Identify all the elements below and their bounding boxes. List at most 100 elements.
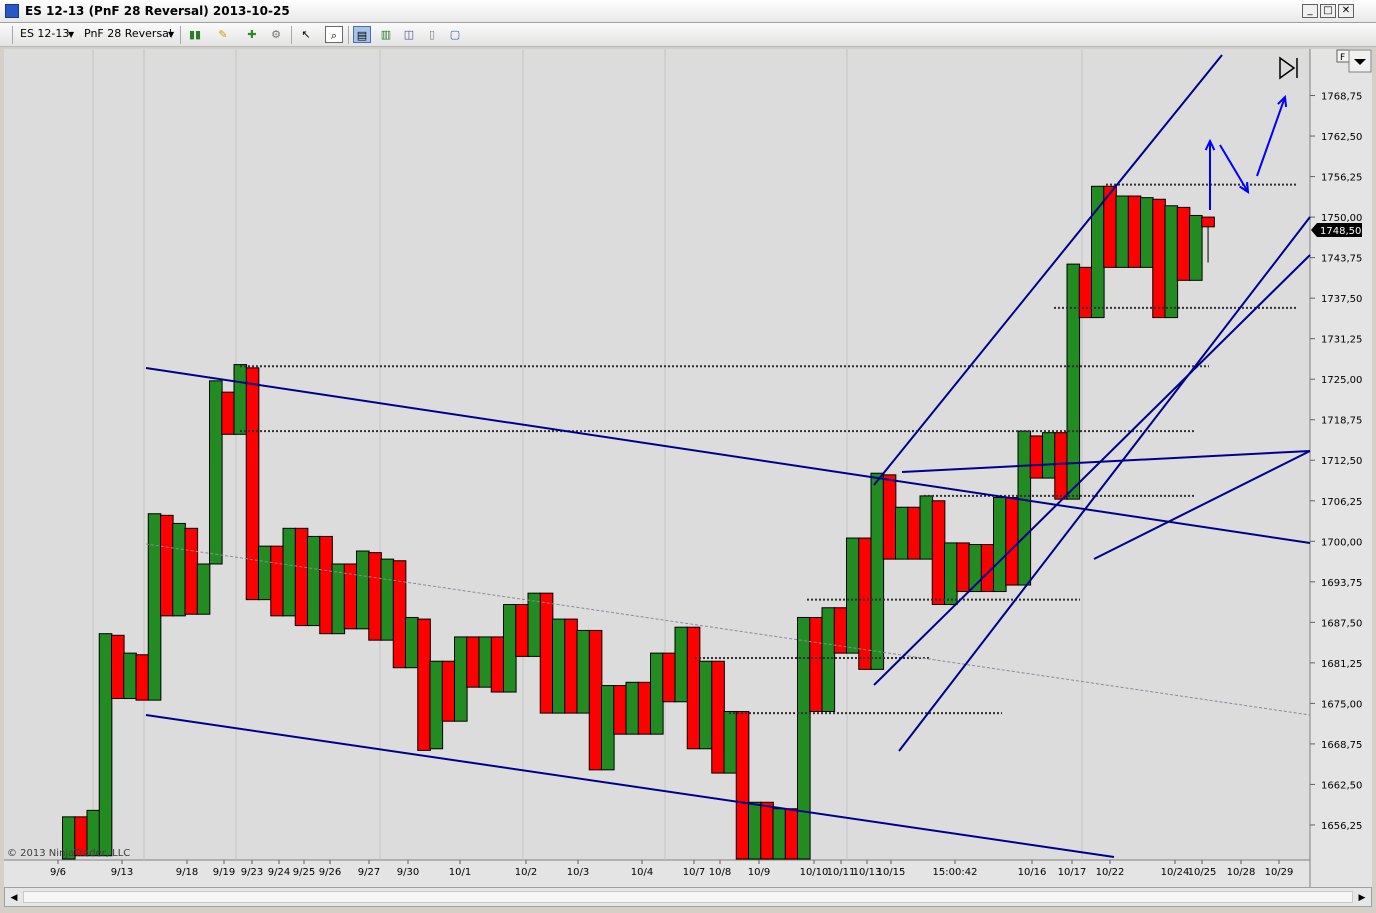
down-column	[368, 552, 382, 641]
time-tick-label: 10/1	[449, 867, 471, 878]
up-column	[307, 535, 321, 627]
up-column	[429, 660, 444, 750]
chart-trader-icon[interactable]: ▤	[353, 26, 371, 43]
scrollbar-track[interactable]	[23, 891, 1353, 903]
time-tick-label: 9/27	[358, 867, 380, 878]
zoom-icon[interactable]: ⌕	[325, 26, 343, 43]
up-column	[846, 537, 860, 654]
up-column	[172, 522, 186, 617]
down-column	[1127, 195, 1142, 268]
minimize-button[interactable]: _	[1302, 4, 1318, 18]
strategy-icon[interactable]: ⚙	[267, 26, 285, 43]
down-column	[160, 514, 174, 617]
time-tick-label: 10/2	[515, 867, 537, 878]
up-column	[895, 506, 909, 560]
time-tick-label: 10/29	[1265, 867, 1294, 878]
up-column	[196, 563, 211, 615]
time-tick-label: 9/30	[397, 867, 419, 878]
down-column	[245, 367, 260, 601]
template-icon[interactable]: ▢	[446, 26, 464, 43]
time-tick-label: 10/3	[567, 867, 589, 878]
time-tick-label: 10/16	[1018, 867, 1047, 878]
last-price-label: 1748,50	[1320, 226, 1361, 237]
indicator-icon[interactable]: ◫	[400, 26, 418, 43]
up-column	[233, 364, 248, 435]
price-tick-label: 1756,25	[1321, 173, 1362, 184]
time-tick-label: 10/7	[683, 867, 705, 878]
up-column	[1189, 214, 1203, 281]
period-selector[interactable]: PnF 28 Reversal	[84, 27, 172, 40]
instrument-dropdown-icon[interactable]: ▼	[68, 30, 74, 39]
up-column	[650, 652, 664, 735]
time-tick-label: 10/9	[748, 867, 770, 878]
up-column	[380, 558, 395, 641]
app-icon	[5, 4, 19, 18]
time-tick-label: 10/8	[709, 867, 731, 878]
horizontal-scrollbar[interactable]: ◀ ▶	[4, 887, 1372, 907]
down-column	[270, 545, 284, 617]
up-column	[1042, 432, 1056, 479]
down-column	[1078, 266, 1093, 319]
add-indicator-icon[interactable]: ✚	[243, 26, 261, 43]
up-column	[993, 497, 1007, 593]
scroll-left-icon[interactable]: ◀	[7, 890, 21, 904]
down-column	[956, 542, 970, 593]
data-box-icon[interactable]: ▥	[377, 26, 395, 43]
instrument-selector[interactable]: ES 12-13	[20, 27, 69, 40]
down-column	[392, 560, 407, 669]
up-column	[356, 550, 370, 630]
axis-menu-dropdown-icon[interactable]	[1348, 49, 1372, 73]
down-column	[1152, 198, 1166, 319]
down-column	[294, 527, 309, 627]
pnf-chart[interactable]: 1768,75 1762,50 1756,25 1750,00 1743,75 1737,…	[4, 49, 1372, 887]
up-column	[552, 618, 566, 714]
down-column	[882, 474, 897, 560]
time-tick-label: 10/15	[877, 867, 906, 878]
down-column	[1176, 206, 1191, 281]
toolbar-separator	[348, 26, 349, 44]
chart-panel[interactable]: 1768,75 1762,50 1756,25 1750,00 1743,75 1737,…	[4, 49, 1372, 887]
down-column	[135, 654, 150, 701]
title-bar: ES 12-13 (PnF 28 Reversal) 2013-10-25 _ …	[0, 0, 1376, 23]
price-tick-label: 1743,75	[1321, 254, 1362, 265]
maximize-button[interactable]: □	[1320, 4, 1336, 18]
up-column	[527, 592, 542, 657]
period-dropdown-icon[interactable]: ▼	[168, 30, 174, 39]
up-column	[98, 633, 113, 857]
price-tick-label: 1668,75	[1321, 740, 1362, 751]
close-button[interactable]: ✕	[1338, 4, 1354, 18]
price-axis-area	[1310, 49, 1372, 860]
up-column	[405, 616, 419, 669]
up-column	[797, 616, 811, 860]
down-column	[1005, 497, 1019, 586]
up-column	[147, 513, 162, 701]
up-column	[331, 563, 346, 635]
up-column	[870, 472, 885, 670]
bar-style-icon[interactable]: ▮▮	[186, 26, 204, 43]
up-column	[478, 636, 493, 688]
time-tick-label: 9/19	[213, 867, 235, 878]
price-tick-label: 1718,75	[1321, 416, 1362, 427]
down-column	[637, 681, 652, 735]
price-tick-label: 1731,25	[1321, 335, 1362, 346]
toolbar-separator	[180, 26, 181, 44]
down-column	[221, 391, 235, 435]
up-column	[1017, 430, 1032, 586]
down-column	[184, 527, 199, 615]
down-column	[319, 535, 333, 635]
down-column	[686, 626, 701, 750]
price-tick-label: 1725,00	[1321, 375, 1362, 386]
plot-area	[4, 49, 1310, 860]
time-tick-label: 9/18	[176, 867, 198, 878]
draw-pencil-icon[interactable]: ✎	[214, 26, 232, 43]
properties-icon[interactable]: ▯	[423, 26, 441, 43]
up-column	[919, 495, 934, 560]
down-column	[490, 636, 505, 693]
price-tick-label: 1700,00	[1321, 537, 1362, 548]
down-column	[1029, 435, 1044, 479]
price-tick-label: 1762,50	[1321, 132, 1362, 143]
up-column	[576, 629, 591, 714]
cursor-icon[interactable]: ↖	[297, 26, 315, 43]
scroll-right-icon[interactable]: ▶	[1355, 890, 1369, 904]
chart-toolbar: ES 12-13 ▼ PnF 28 Reversal ▼ ▮▮ ✎ ✚ ⚙ ↖ …	[0, 23, 1376, 47]
